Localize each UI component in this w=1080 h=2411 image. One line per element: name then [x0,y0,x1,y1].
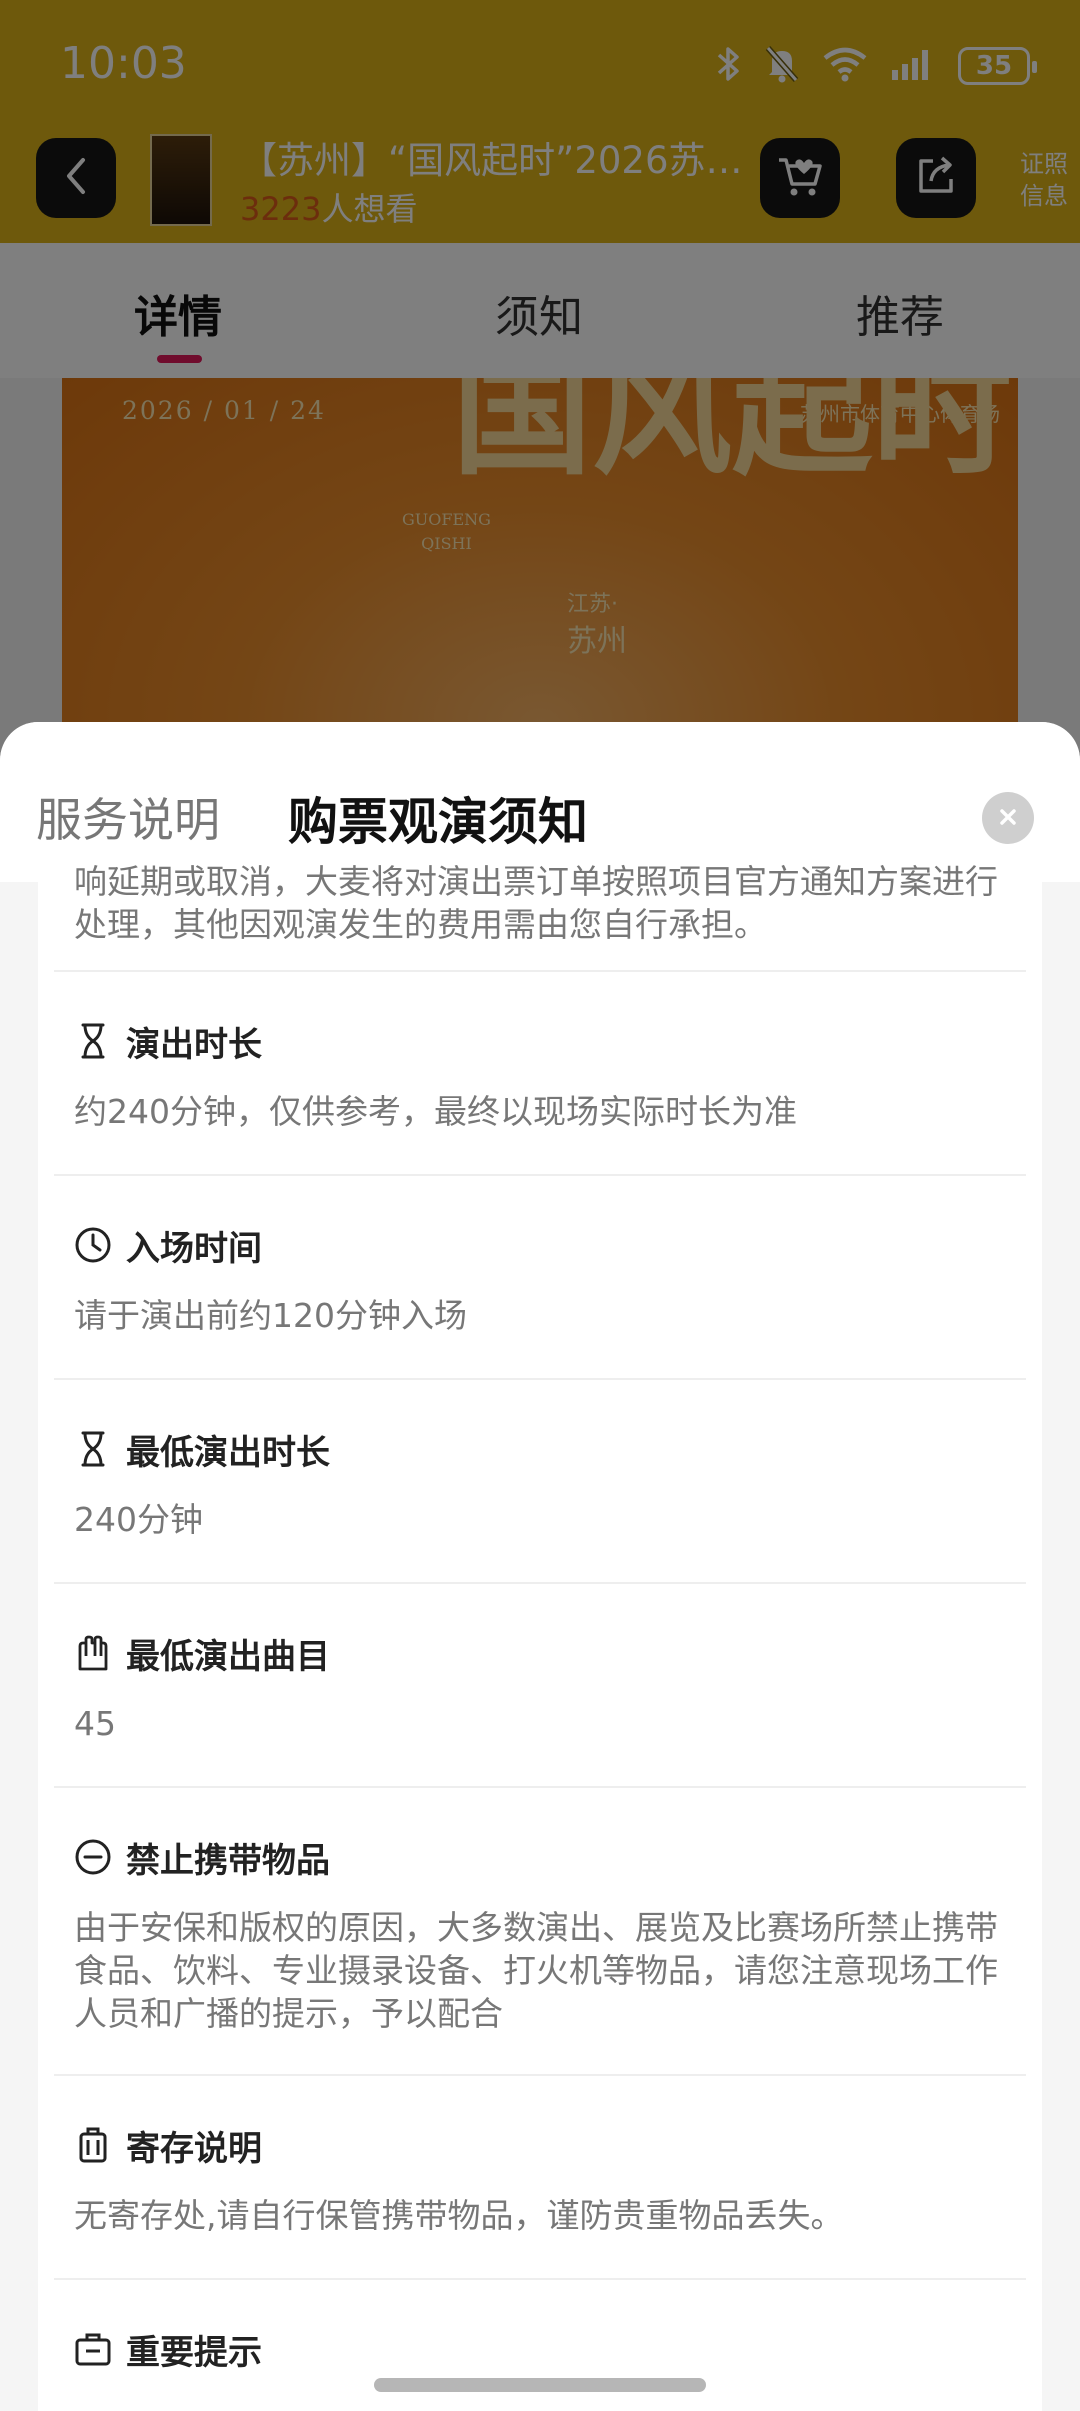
section-body: 无寄存处,请自行保管携带物品，谨防贵重物品丢失。 [74,2196,844,2235]
divider [54,1174,1026,1176]
section-min-duration: 最低演出时长 240分钟 [74,1424,1014,1541]
section-min-songs: 最低演出曲目 45 [74,1628,1014,1745]
home-indicator[interactable] [374,2378,706,2392]
tab-purchase-notice[interactable]: 购票观演须知 [288,782,588,854]
no-entry-icon [74,1838,112,1876]
section-entry-time: 入场时间 请于演出前约120分钟入场 [74,1220,1014,1337]
clock-icon [74,1226,112,1264]
section-body: 约240分钟，仅供参考，最终以现场实际时长为准 [74,1092,797,1131]
section-body: 240分钟 [74,1500,203,1539]
notice-card: 响延期或取消，大麦将对演出票订单按照项目官方通知方案进行处理，其他因观演发生的费… [38,862,1042,2411]
section-body: 由于安保和版权的原因，大多数演出、展览及比赛场所禁止携带食品、饮料、专业摄录设备… [74,1908,998,2033]
section-title: 禁止携带物品 [74,1832,1014,1882]
section-storage: 寄存说明 无寄存处,请自行保管携带物品，谨防贵重物品丢失。 [74,2120,1014,2237]
section-title: 最低演出曲目 [74,1628,1014,1678]
section-title-text: 重要提示 [126,2332,262,2373]
hourglass-icon [74,1022,112,1060]
section-title: 最低演出时长 [74,1424,1014,1474]
divider [54,970,1026,972]
divider [54,1378,1026,1380]
section-title-text: 寄存说明 [126,2128,262,2169]
intro-text: 响延期或取消，大麦将对演出票订单按照项目官方通知方案进行处理，其他因观演发生的费… [74,862,998,944]
section-title-text: 入场时间 [126,1228,262,1269]
section-body: 45 [74,1704,116,1743]
divider [54,1582,1026,1584]
section-important-notice: 重要提示 [74,2324,1014,2374]
close-button[interactable] [982,792,1034,844]
section-title-text: 禁止携带物品 [126,1840,330,1881]
section-title-text: 最低演出曲目 [126,1636,330,1677]
section-duration: 演出时长 约240分钟，仅供参考，最终以现场实际时长为准 [74,1016,1014,1133]
section-title: 重要提示 [74,2324,1014,2374]
hand-icon [74,1634,112,1672]
tab-service-description[interactable]: 服务说明 [36,784,220,850]
divider [54,1786,1026,1788]
notice-sheet: 服务说明 购票观演须知 响延期或取消，大麦将对演出票订单按照项目官方通知方案进行… [0,722,1080,2411]
close-icon [997,801,1019,836]
luggage-icon [74,2126,112,2164]
section-title: 入场时间 [74,1220,1014,1270]
divider [54,2278,1026,2280]
section-body: 请于演出前约120分钟入场 [74,1296,467,1335]
section-title: 寄存说明 [74,2120,1014,2170]
section-title-text: 最低演出时长 [126,1432,330,1473]
divider [54,2074,1026,2076]
sheet-header: 服务说明 购票观演须知 [0,722,1080,882]
briefcase-icon [74,2330,112,2368]
section-title-text: 演出时长 [126,1024,262,1065]
hourglass-icon [74,1430,112,1468]
section-prohibited-items: 禁止携带物品 由于安保和版权的原因，大多数演出、展览及比赛场所禁止携带食品、饮料… [74,1832,1014,2035]
section-title: 演出时长 [74,1016,1014,1066]
